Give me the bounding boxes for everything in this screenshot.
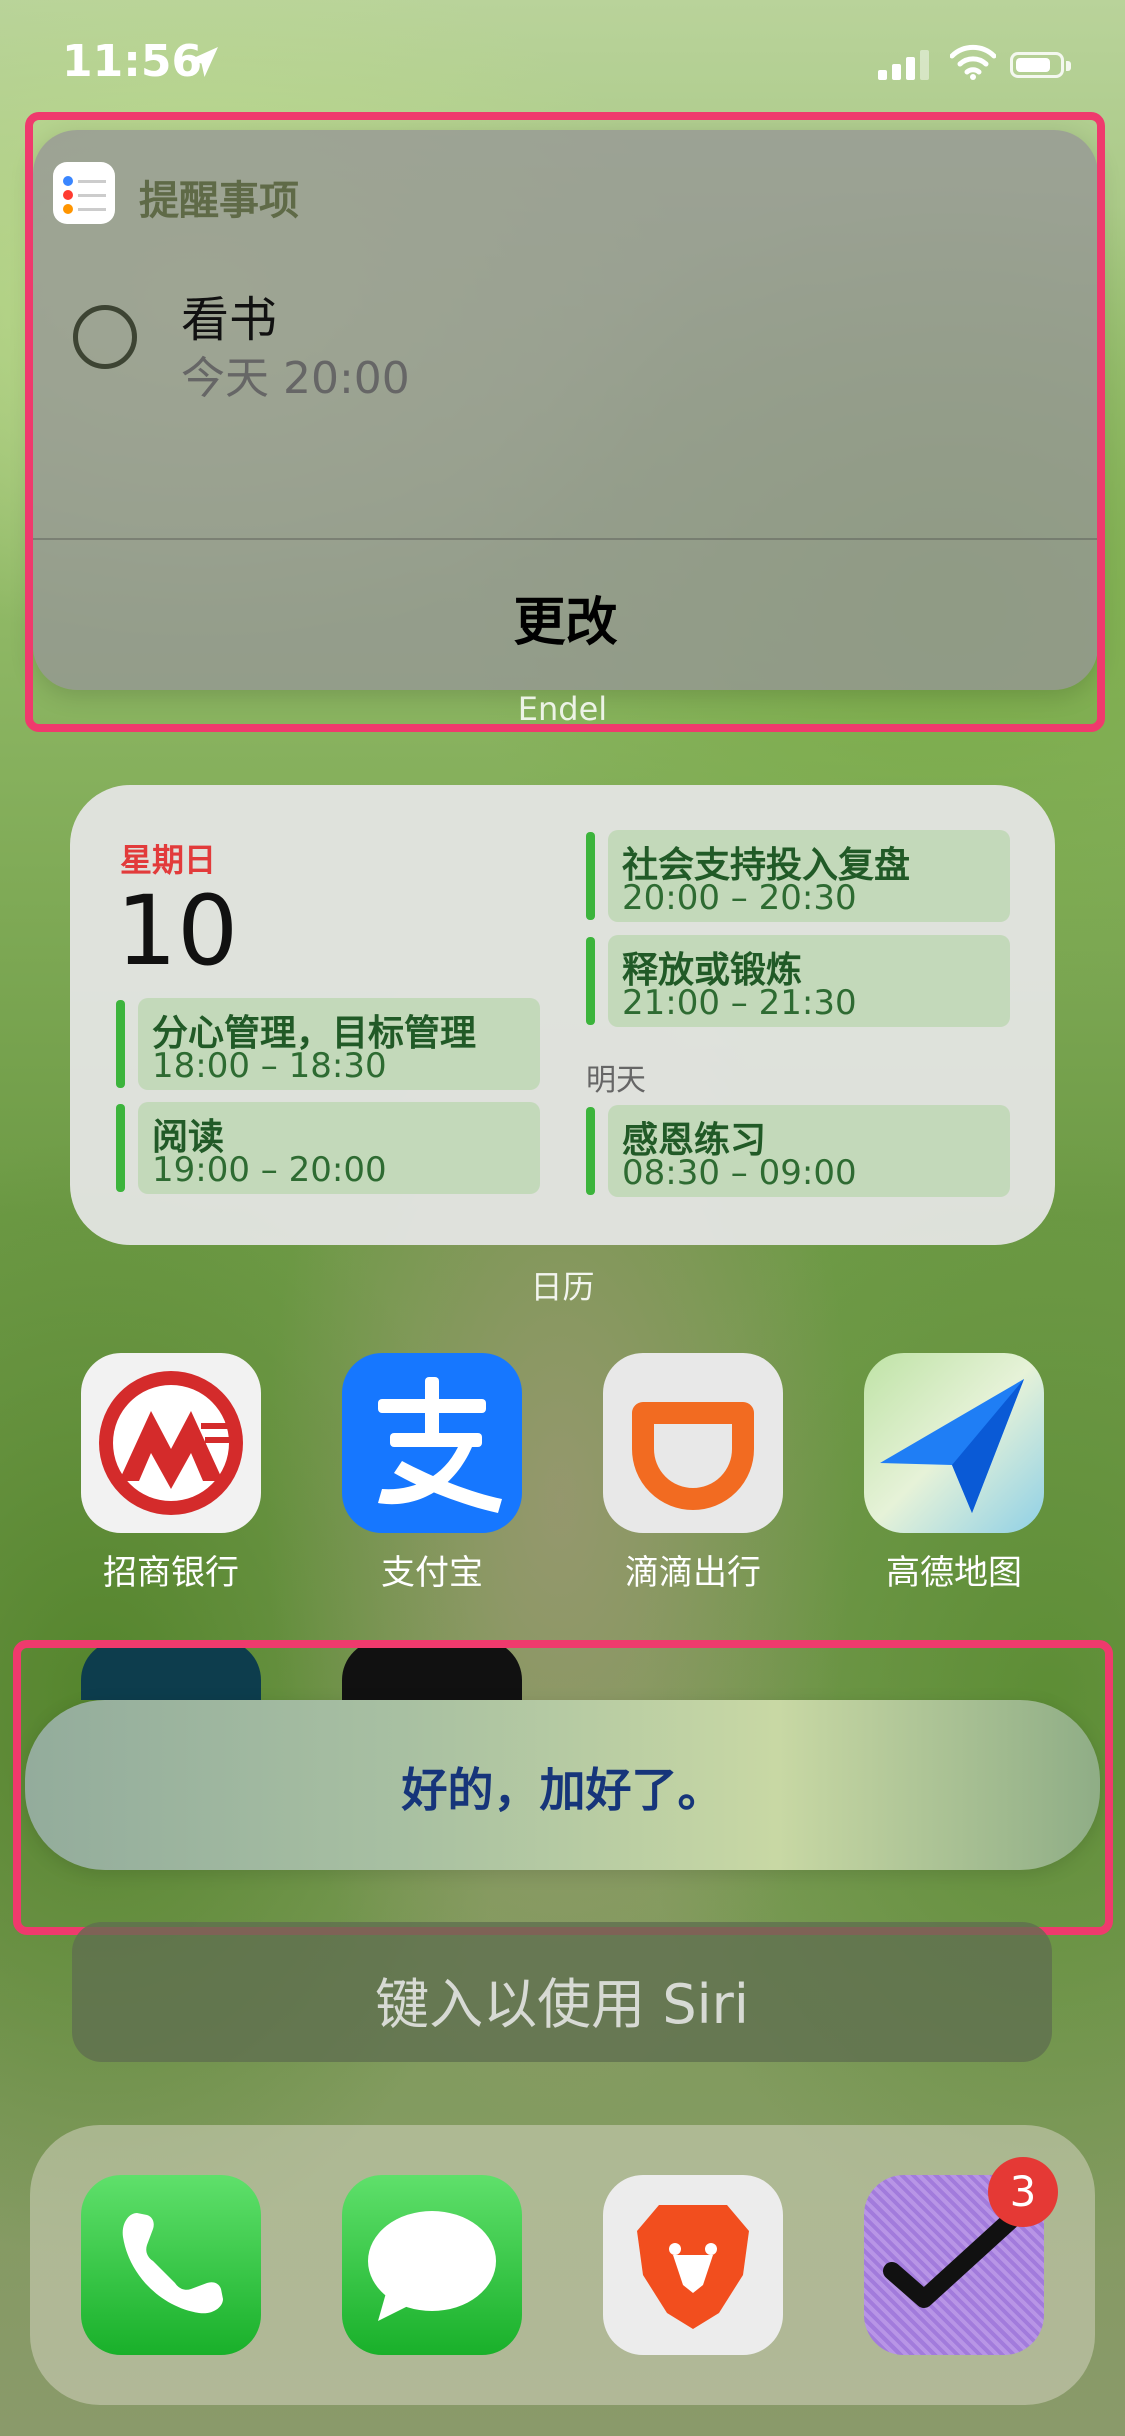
highlight-box-siri — [13, 1640, 1113, 1935]
alipay-icon — [342, 1353, 522, 1533]
event-time: 19:00 – 20:00 — [152, 1150, 387, 1190]
status-bar: 11:56 — [0, 0, 1125, 130]
calendar-tomorrow-label: 明天 — [586, 1063, 646, 1098]
event-time: 20:00 – 20:30 — [622, 878, 857, 918]
battery-icon — [1010, 52, 1071, 78]
calendar-event[interactable]: 分心管理，目标管理 18:00 – 18:30 — [116, 998, 540, 1094]
phone-icon — [81, 2175, 261, 2355]
cmb-icon — [81, 1353, 261, 1533]
dock: 3 — [30, 2125, 1095, 2405]
app-label: 滴滴出行 — [625, 1553, 761, 1593]
calendar-event[interactable]: 感恩练习 08:30 – 09:00 — [586, 1105, 1010, 1201]
siri-text-input[interactable]: 键入以使用 Siri — [72, 1922, 1052, 2062]
didi-icon — [603, 1353, 783, 1533]
brave-icon — [603, 2175, 783, 2355]
calendar-event[interactable]: 阅读 19:00 – 20:00 — [116, 1102, 540, 1198]
wifi-icon — [950, 44, 996, 80]
event-time: 18:00 – 18:30 — [152, 1046, 387, 1086]
app-label: 高德地图 — [886, 1553, 1022, 1593]
event-time: 21:00 – 21:30 — [622, 983, 857, 1023]
messages-icon — [342, 2175, 522, 2355]
calendar-widget-label: 日历 — [530, 1268, 595, 1306]
amap-icon — [864, 1353, 1044, 1533]
app-label: 招商银行 — [103, 1553, 239, 1593]
calendar-day: 10 — [116, 875, 239, 987]
calendar-event[interactable]: 社会支持投入复盘 20:00 – 20:30 — [586, 830, 1010, 926]
location-arrow-icon — [188, 47, 218, 77]
highlight-box-reminder — [25, 112, 1105, 732]
event-time: 08:30 – 09:00 — [622, 1153, 857, 1193]
status-time: 11:56 — [62, 36, 203, 87]
siri-input-placeholder: 键入以使用 Siri — [375, 1973, 749, 2036]
calendar-widget[interactable]: 星期日 10 分心管理，目标管理 18:00 – 18:30 阅读 19:00 … — [70, 785, 1055, 1245]
app-label: 支付宝 — [381, 1553, 483, 1593]
cellular-signal-icon — [878, 50, 929, 80]
calendar-event[interactable]: 释放或锻炼 21:00 – 21:30 — [586, 935, 1010, 1031]
notification-badge: 3 — [988, 2157, 1058, 2227]
